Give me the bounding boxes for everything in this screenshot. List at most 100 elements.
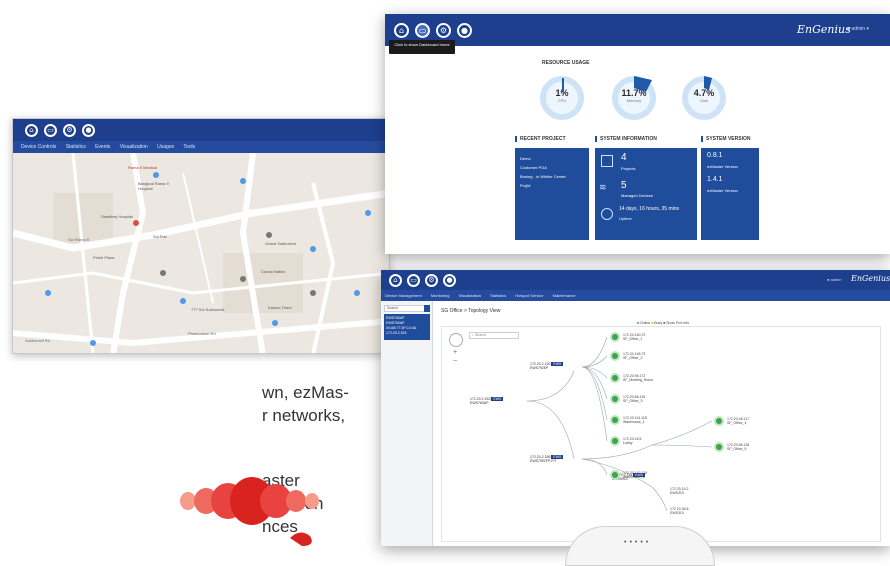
ap-node-icon[interactable] xyxy=(610,394,620,404)
intro-line: r networks, xyxy=(262,406,346,425)
switch-name: EWS7952FP-FIT xyxy=(530,459,557,463)
nav-item-device-controls[interactable]: Device Controls xyxy=(21,144,56,150)
gear-icon[interactable]: ⚙ xyxy=(425,274,438,287)
ap-node-label: 172.20.145.73 SF_Office_2 xyxy=(623,352,645,360)
ap-name: Warehouse_2 xyxy=(623,475,645,479)
user-menu[interactable]: ● admin xyxy=(827,277,841,282)
topology-window: ⌂ ▭ ⚙ ● ● admin EnGenius Device Manageme… xyxy=(381,270,890,546)
ap-node-label: 172.20.16.5 Lobby xyxy=(623,437,642,445)
client-node[interactable]: 172.20.36.8 EWS310 xyxy=(670,507,689,515)
panel-title: SYSTEM INFORMATION xyxy=(595,136,657,142)
nav-item-device-management[interactable]: Device Management xyxy=(385,293,422,298)
user-menu[interactable]: ● admin ▾ xyxy=(847,26,869,32)
map-street-label: Sukhumvit Rd xyxy=(25,338,50,343)
ap-node-icon[interactable] xyxy=(610,436,620,446)
ap-node-icon[interactable] xyxy=(610,351,620,361)
switch-port: EWS xyxy=(491,397,504,401)
user-name: admin xyxy=(851,26,866,32)
ap-name: SF_Meeting_Room xyxy=(623,378,654,382)
nav-item-monitoring[interactable]: Monitoring xyxy=(431,293,450,298)
topology-legend: ■ Online ■ Busy ■ Show Port Info xyxy=(637,321,689,325)
recent-project-item[interactable]: Customer POA xyxy=(520,163,584,172)
disk-gauge: 4.7% Disk xyxy=(682,76,726,120)
brand-swirl xyxy=(290,532,312,546)
nav-item-usages[interactable]: Usages xyxy=(157,144,174,150)
brand-graphic xyxy=(180,477,319,546)
resource-usage-title: RESOURCE USAGE xyxy=(542,60,590,66)
brand-dot xyxy=(180,492,196,510)
ap-node-label: 172.20.96.172 SF_Meeting_Room xyxy=(623,374,653,382)
gauge-arc xyxy=(704,76,712,90)
projects-label: Projects xyxy=(621,166,636,171)
cpu-gauge: 1% CPU xyxy=(540,76,584,120)
version-label: ezMaster Version xyxy=(707,164,738,169)
nav-item-statistics[interactable]: Statistics xyxy=(66,144,86,150)
ap-node-icon[interactable] xyxy=(714,416,724,426)
device-icon[interactable]: ▭ xyxy=(44,124,57,137)
memory-gauge: 11.7% Memory xyxy=(612,76,656,120)
search-icon[interactable] xyxy=(424,305,430,312)
user-icon: ● xyxy=(827,277,830,282)
nav-item-events[interactable]: Events xyxy=(95,144,110,150)
street-map[interactable] xyxy=(13,153,390,354)
breadcrumb: SG Office > Topology View xyxy=(441,308,501,314)
legend-busy: Busy xyxy=(654,321,663,325)
home-icon[interactable]: ⌂ xyxy=(25,124,38,137)
switch-node[interactable]: 172.20.2.153 EWS EWS760AP xyxy=(470,397,504,405)
nav-item-hotspot-service[interactable]: Hotspot Service xyxy=(515,293,543,298)
ap-node-label: 172.20.48.117 SF_Office_4 xyxy=(727,417,749,425)
switch-name: EWS7928P xyxy=(530,366,549,370)
dashboard-icon[interactable]: ▭ xyxy=(415,23,430,38)
switch-node[interactable]: 172.20.2.130 EWS EWS7928P xyxy=(530,362,564,370)
projects-icon xyxy=(601,155,613,167)
legend-port-info[interactable]: Show Port Info xyxy=(666,321,689,325)
home-icon[interactable]: ⌂ xyxy=(389,274,402,287)
ap-node-icon[interactable] xyxy=(610,415,620,425)
gauge-arc xyxy=(634,76,652,92)
switch-node[interactable]: 172.20.2.156 EWS EWS7952FP-FIT xyxy=(530,455,564,463)
nav-item-visualization[interactable]: Visualization xyxy=(459,293,481,298)
port-legend-icon[interactable]: ■ xyxy=(663,321,665,325)
ap-name: SF_Office_5 xyxy=(727,447,747,451)
device-icon[interactable]: ▭ xyxy=(407,274,420,287)
panel-title: SYSTEM VERSION xyxy=(701,136,750,142)
gear-icon[interactable]: ⚙ xyxy=(436,23,451,38)
ap-name: SF_Office_2 xyxy=(623,356,643,360)
nav-item-statistics[interactable]: Statistics xyxy=(490,293,506,298)
brand-dot xyxy=(305,493,319,509)
ap-name: Lobby xyxy=(623,441,633,445)
devices-label: Managed Devices xyxy=(621,193,654,198)
recent-project-item[interactable]: Demo xyxy=(520,154,584,163)
devices-value: 5 xyxy=(621,180,627,191)
recent-project-panel: RECENT PROJECT Demo Customer POA Boeing … xyxy=(515,136,589,240)
lock-icon[interactable]: ● xyxy=(443,274,456,287)
client-node[interactable]: 172.20.16.2 EWS310 xyxy=(670,487,689,495)
ap-node-icon[interactable] xyxy=(610,373,620,383)
nav-item-tools[interactable]: Tools xyxy=(183,144,195,150)
topology-canvas[interactable]: + − ⌕ Search 172.20.2.153 EWS EWS760AP 1… xyxy=(441,326,881,542)
ap-name: SF_Office_3 xyxy=(623,399,643,403)
ap-node-icon[interactable] xyxy=(610,332,620,342)
engenius-logo: EnGenius xyxy=(851,274,890,283)
client-name: EWS310 xyxy=(670,511,684,515)
tooltip: Click to show Dashboard home xyxy=(389,40,455,54)
recent-project-item[interactable]: Boeing - in Whitier Center xyxy=(520,172,584,181)
device-sidebar: Search EWS760AP EWS760AP 00:AB:77:3F:C4:… xyxy=(381,301,433,546)
gauge-label: CPU xyxy=(557,98,567,103)
nav-item-maintenance[interactable]: Maintenance xyxy=(553,293,576,298)
user-name: admin xyxy=(830,277,842,282)
gauge-label: Memory xyxy=(626,98,642,103)
gauge-arc xyxy=(562,78,564,92)
gear-icon[interactable]: ⚙ xyxy=(63,124,76,137)
recent-project-item[interactable]: ProjM xyxy=(520,181,584,190)
sidebar-item-selected[interactable]: EWS760AP EWS760AP 00:AB:77:3F:C4:4A 172.… xyxy=(384,314,430,340)
switch-port: EWS xyxy=(551,362,564,366)
ap-node-icon[interactable] xyxy=(610,470,620,480)
map-window: ⌂ ▭ ⚙ ● Device Controls Statistics Event… xyxy=(12,118,390,354)
ap-node-icon[interactable] xyxy=(714,442,724,452)
lock-icon[interactable]: ● xyxy=(82,124,95,137)
lock-icon[interactable]: ● xyxy=(457,23,472,38)
nav-item-visualization[interactable]: Visualization xyxy=(120,144,148,150)
home-icon[interactable]: ⌂ xyxy=(394,23,409,38)
intro-line: wn, ezMas- xyxy=(262,383,349,402)
